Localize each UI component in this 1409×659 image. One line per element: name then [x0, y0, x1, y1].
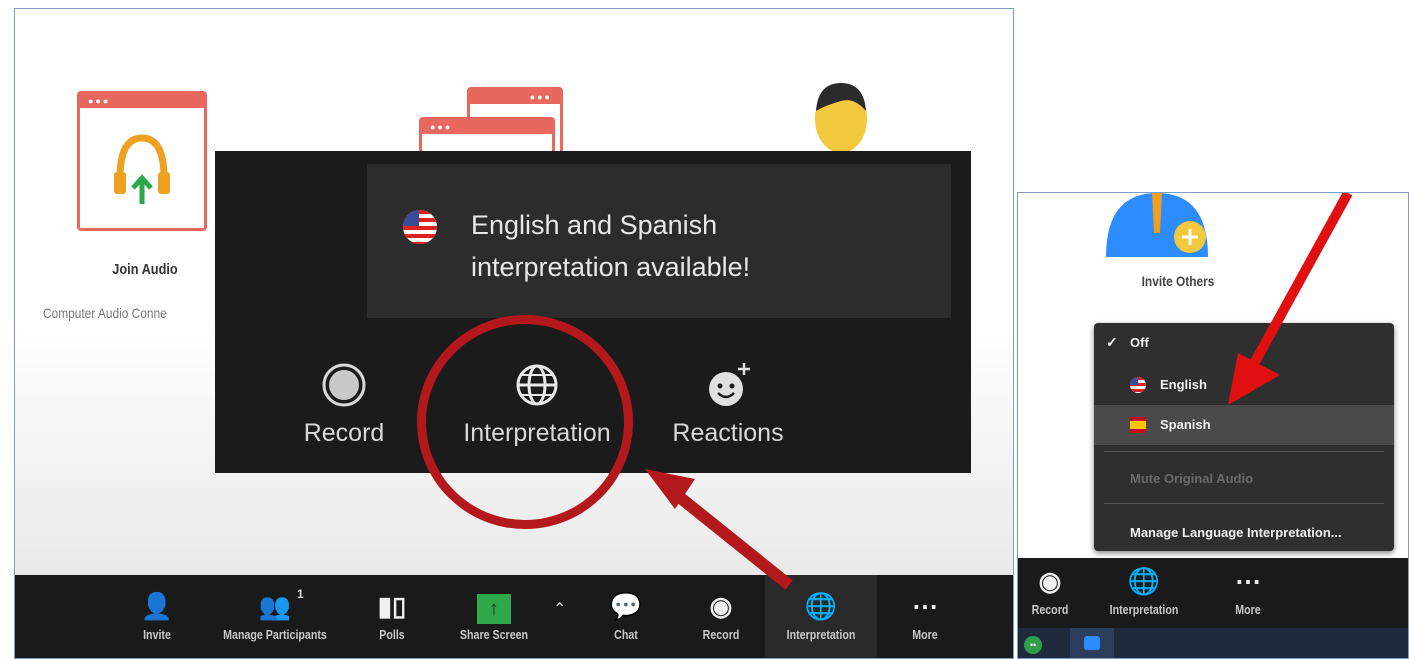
participants-count: 1: [297, 587, 304, 601]
meeting-toolbar: 👤 Invite 👥 1 Manage Participants ▮▯ Poll…: [15, 575, 1013, 658]
globe-icon: 🌐: [804, 591, 838, 621]
invite-label: Invite: [143, 627, 171, 642]
popup-record-button[interactable]: Record: [289, 361, 399, 448]
tooltip-line-2: interpretation available!: [471, 252, 751, 282]
menu-item-english[interactable]: English: [1094, 365, 1394, 405]
tooltip-message: English and Spanish interpretation avail…: [471, 204, 911, 288]
polls-icon: ▮▯: [377, 591, 407, 621]
taskbar-app-icon[interactable]: ••: [1024, 636, 1042, 654]
menu-item-off[interactable]: ✓ Off: [1094, 323, 1394, 363]
more-dots-icon: ⋯: [1235, 566, 1261, 596]
menu-item-english-label: English: [1160, 377, 1207, 392]
smile-plus-icon: [709, 363, 750, 406]
spain-flag-icon: [1130, 417, 1146, 433]
record-label: Record: [1031, 602, 1069, 617]
menu-divider: [1104, 503, 1384, 504]
record-icon: ◉: [1038, 566, 1062, 596]
add-user-icon: 👤: [140, 591, 174, 621]
menu-item-off-label: Off: [1130, 335, 1149, 350]
meeting-toolbar-right: ◉ Record 🌐 Interpretation ⋯ More: [1018, 558, 1408, 628]
zoom-interpretation-menu-window: Invite Others ✓ Off English Spanish Mute…: [1017, 192, 1409, 659]
share-screen-label: Share Screen: [459, 627, 529, 642]
menu-item-spanish-label: Spanish: [1160, 417, 1211, 432]
join-audio-label: Join Audio: [112, 261, 178, 278]
menu-item-mute-original-audio: Mute Original Audio: [1094, 459, 1394, 499]
more-dots-icon: ⋯: [912, 591, 938, 621]
menu-item-manage-interpretation[interactable]: Manage Language Interpretation...: [1094, 513, 1394, 553]
menu-item-spanish[interactable]: Spanish: [1094, 405, 1394, 445]
share-screen-icon: ↑: [439, 589, 549, 624]
avatar-icon: [815, 83, 867, 153]
interpretation-label: Interpretation: [786, 627, 856, 642]
manage-participants-button[interactable]: 👥 1 Manage Participants: [195, 575, 355, 658]
globe-icon: 🌐: [1127, 566, 1161, 596]
popup-reactions-label: Reactions: [672, 419, 784, 447]
menu-item-mute-label: Mute Original Audio: [1130, 471, 1254, 486]
interpretation-label: Interpretation: [1109, 602, 1179, 617]
us-flag-icon: [403, 210, 437, 244]
invite-button[interactable]: 👤 Invite: [127, 575, 187, 658]
share-options-chevron-up-icon[interactable]: ⌃: [553, 599, 566, 619]
popup-reactions-button[interactable]: Reactions: [663, 361, 793, 448]
record-icon: ◉: [709, 591, 733, 621]
join-audio-icon[interactable]: ●●●: [77, 91, 207, 231]
join-audio-sublabel: Computer Audio Conne: [43, 305, 167, 321]
check-icon: ✓: [1106, 334, 1118, 350]
chat-label: Chat: [614, 627, 638, 642]
interpretation-button[interactable]: 🌐 Interpretation: [1092, 558, 1196, 628]
invite-others-icon[interactable]: [1102, 193, 1212, 257]
polls-button[interactable]: ▮▯ Polls: [367, 575, 417, 658]
interpretation-button[interactable]: 🌐 Interpretation: [765, 575, 877, 658]
headphones-icon: [114, 134, 170, 204]
share-screen-button[interactable]: ↑ Share Screen: [439, 575, 549, 658]
chat-button[interactable]: 💬 Chat: [601, 575, 651, 658]
highlight-circle: [417, 315, 633, 529]
invite-others-label: Invite Others: [1141, 273, 1215, 289]
more-label: More: [912, 627, 938, 642]
chat-icon: 💬: [609, 591, 643, 621]
zoom-meeting-window: ●●● Join Audio Computer Audio Conne ●●● …: [14, 8, 1014, 659]
record-label: Record: [702, 627, 740, 642]
language-menu: ✓ Off English Spanish Mute Original Audi…: [1094, 323, 1394, 551]
manage-participants-label: Manage Participants: [223, 627, 327, 642]
polls-label: Polls: [379, 627, 405, 642]
record-button[interactable]: ◉ Record: [1022, 558, 1078, 628]
interpretation-tooltip: English and Spanish interpretation avail…: [367, 164, 951, 318]
record-icon: [322, 363, 366, 407]
menu-item-manage-label: Manage Language Interpretation...: [1130, 525, 1342, 540]
os-taskbar: ••: [1018, 628, 1408, 658]
record-button[interactable]: ◉ Record: [689, 575, 753, 658]
menu-divider: [1104, 451, 1384, 452]
popup-record-label: Record: [303, 419, 385, 447]
more-button[interactable]: ⋯ More: [1218, 558, 1278, 628]
us-flag-icon: [1130, 377, 1146, 393]
more-button[interactable]: ⋯ More: [895, 575, 955, 658]
tooltip-line-1: English and Spanish: [471, 210, 718, 240]
zoom-taskbar-icon[interactable]: [1070, 628, 1114, 658]
participants-icon: 👥: [258, 591, 292, 621]
more-label: More: [1235, 602, 1261, 617]
